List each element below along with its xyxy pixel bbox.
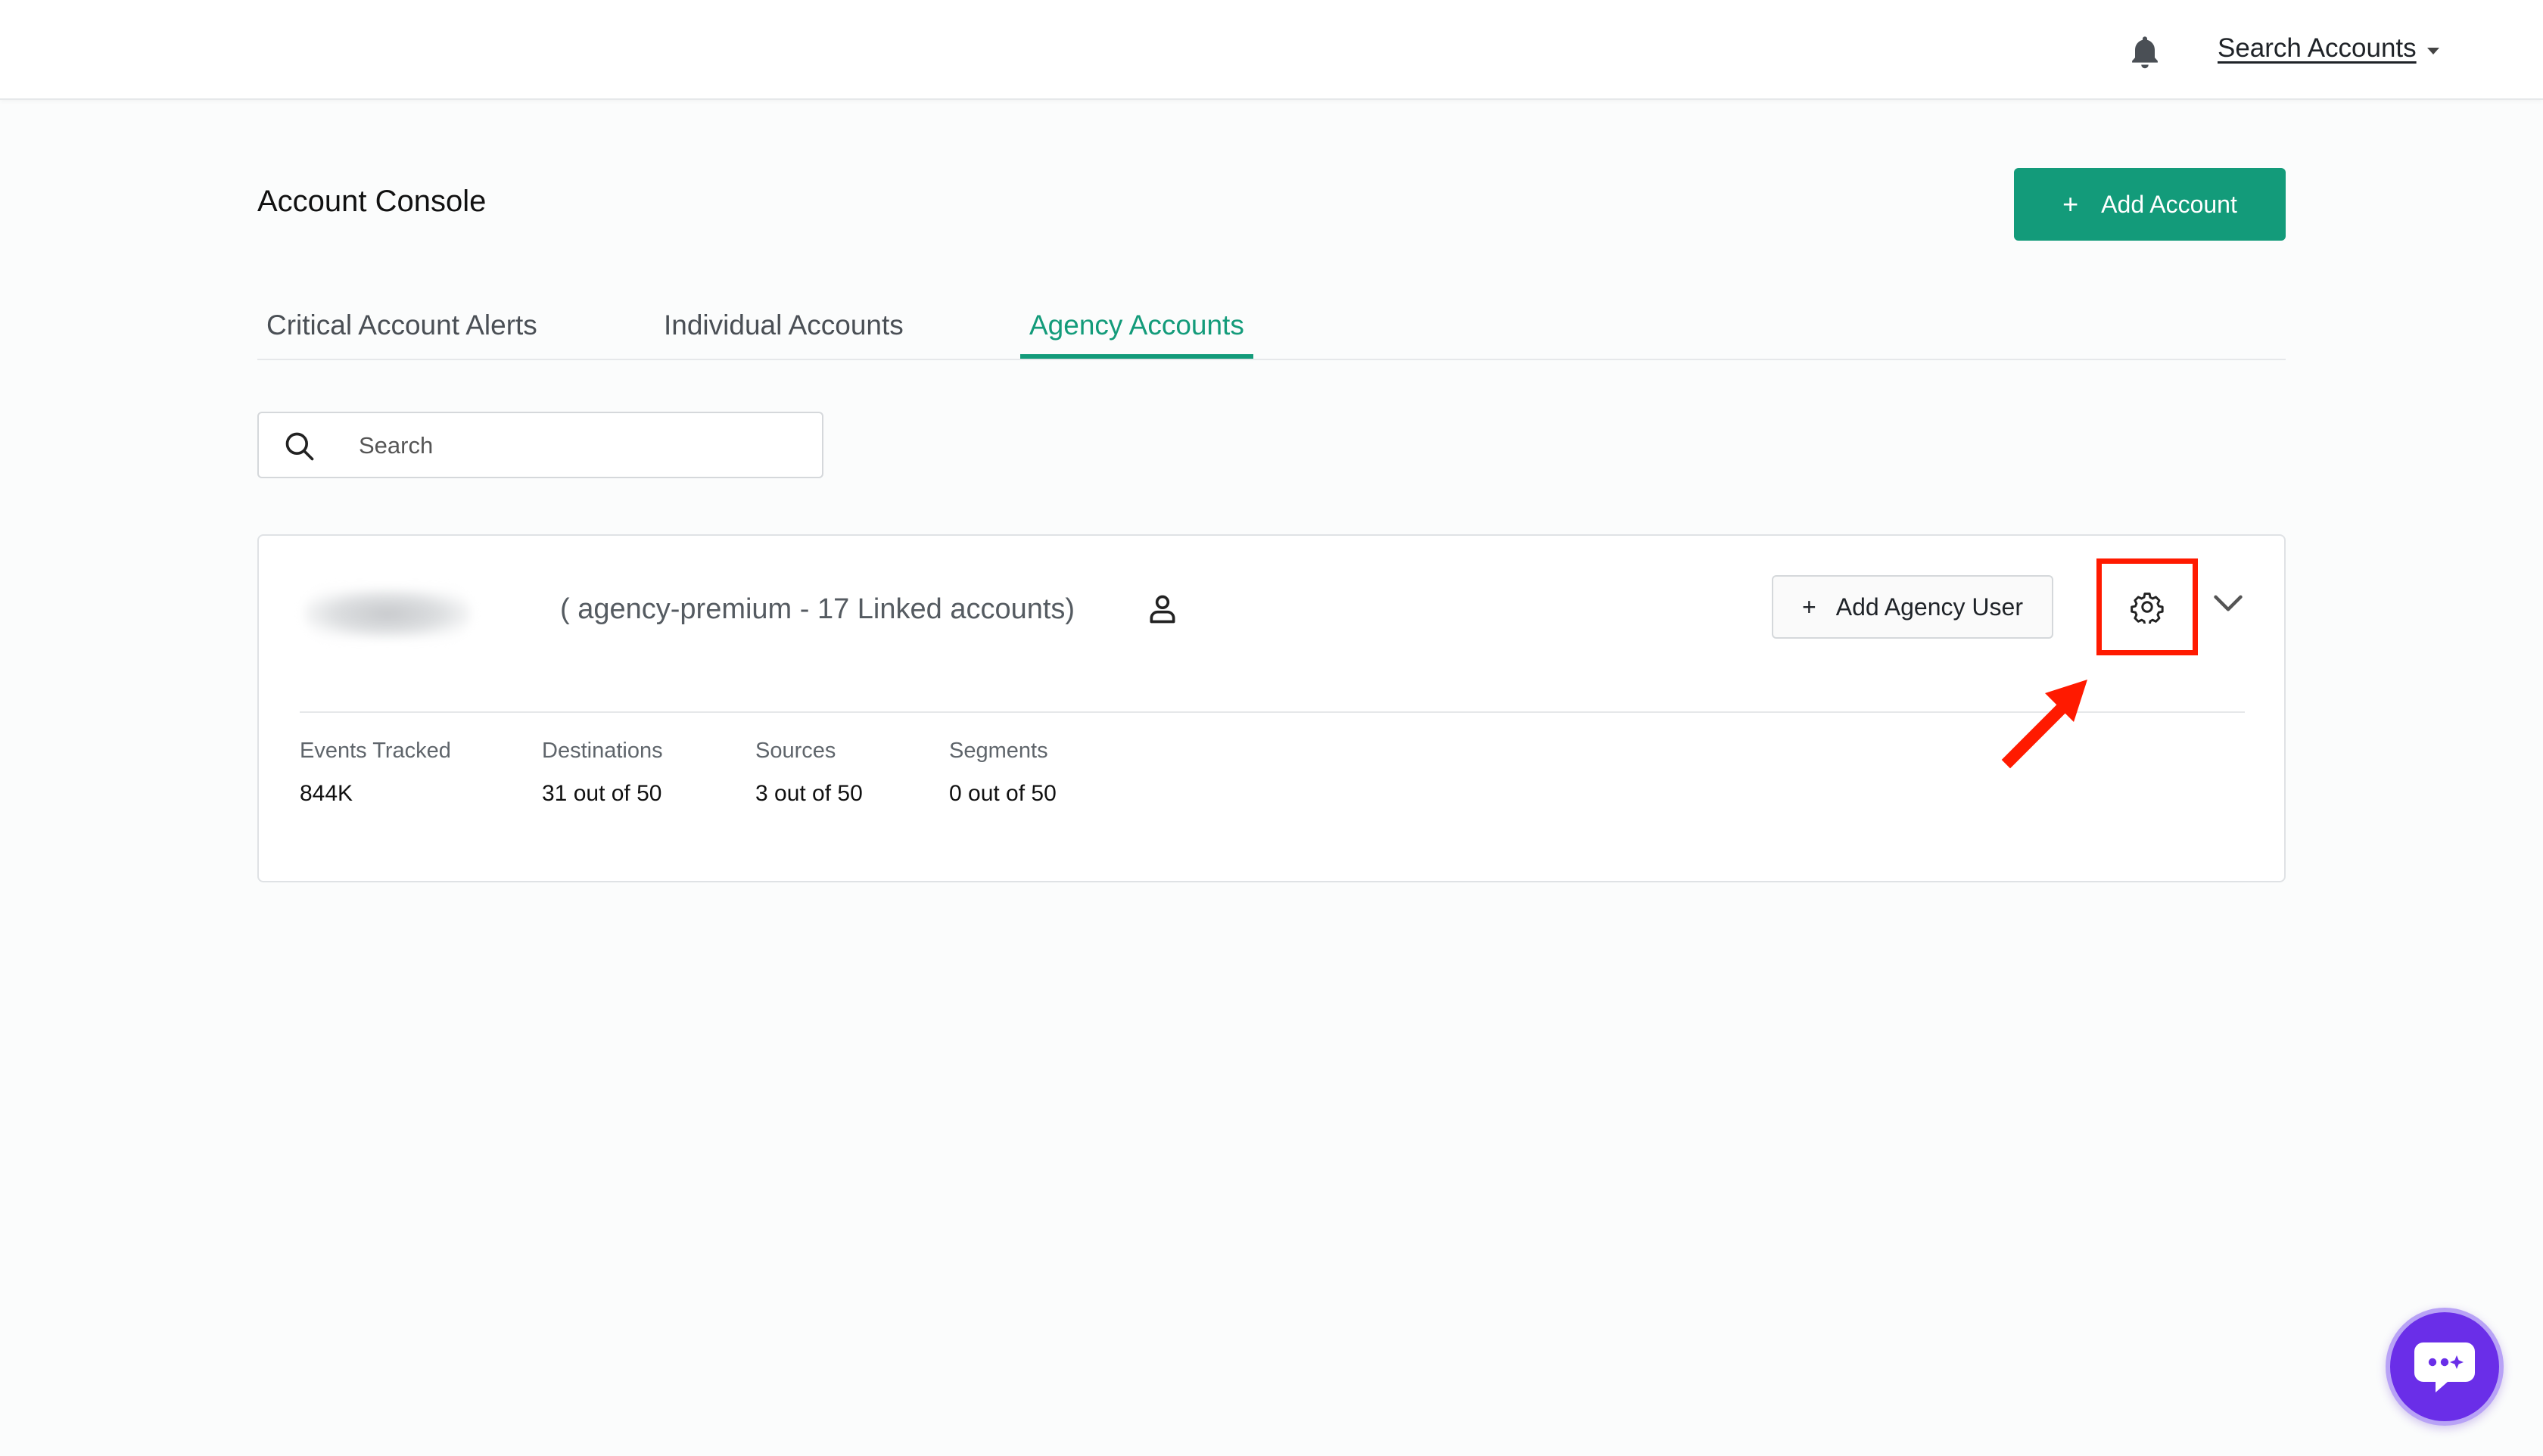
top-bar: Search Accounts xyxy=(0,0,2543,100)
stat-events-tracked: Events Tracked 844K xyxy=(300,739,451,807)
annotation-arrow-icon xyxy=(1998,674,2096,772)
account-tabs: Critical Account Alerts Individual Accou… xyxy=(257,294,2286,360)
search-input[interactable] xyxy=(357,413,807,478)
plus-icon: + xyxy=(1802,593,1816,621)
add-agency-user-button[interactable]: + Add Agency User xyxy=(1772,575,2053,639)
agency-account-card: ( agency-premium - 17 Linked accounts) +… xyxy=(257,534,2286,882)
stat-label: Events Tracked xyxy=(300,739,451,763)
agency-name-redacted xyxy=(304,589,471,639)
stat-label: Segments xyxy=(949,739,1048,763)
user-icon[interactable] xyxy=(1146,590,1179,628)
agency-meta: ( agency-premium - 17 Linked accounts) xyxy=(560,593,1075,625)
stat-label: Destinations xyxy=(542,739,663,763)
stat-value: 31 out of 50 xyxy=(542,781,662,806)
add-account-label: Add Account xyxy=(2101,190,2237,218)
gear-icon xyxy=(2131,593,2164,624)
stat-label: Sources xyxy=(755,739,836,763)
search-accounts-dropdown[interactable]: Search Accounts xyxy=(2218,33,2439,64)
chat-icon xyxy=(2414,1342,2475,1392)
stat-value: 3 out of 50 xyxy=(755,781,863,806)
tab-critical-account-alerts[interactable]: Critical Account Alerts xyxy=(257,298,546,353)
search-icon xyxy=(283,430,316,463)
tab-individual-accounts[interactable]: Individual Accounts xyxy=(655,298,913,353)
search-accounts-label: Search Accounts xyxy=(2218,33,2417,63)
card-divider xyxy=(300,711,2245,713)
settings-button[interactable] xyxy=(2096,558,2198,655)
page-title: Account Console xyxy=(257,185,487,218)
stat-value: 0 out of 50 xyxy=(949,781,1057,806)
stat-value: 844K xyxy=(300,781,353,806)
stat-sources: Sources 3 out of 50 xyxy=(755,739,863,807)
chat-widget-button[interactable] xyxy=(2386,1308,2504,1426)
caret-down-icon xyxy=(2426,47,2439,54)
add-agency-user-label: Add Agency User xyxy=(1835,593,2023,621)
plus-icon: + xyxy=(2062,188,2079,219)
search-box xyxy=(257,412,823,478)
tab-agency-accounts[interactable]: Agency Accounts xyxy=(1020,298,1253,359)
bell-icon[interactable] xyxy=(2125,32,2165,73)
stat-destinations: Destinations 31 out of 50 xyxy=(542,739,663,807)
add-account-button[interactable]: + Add Account xyxy=(2014,168,2286,241)
chevron-down-icon[interactable] xyxy=(2212,589,2245,619)
stat-segments: Segments 0 out of 50 xyxy=(949,739,1057,807)
